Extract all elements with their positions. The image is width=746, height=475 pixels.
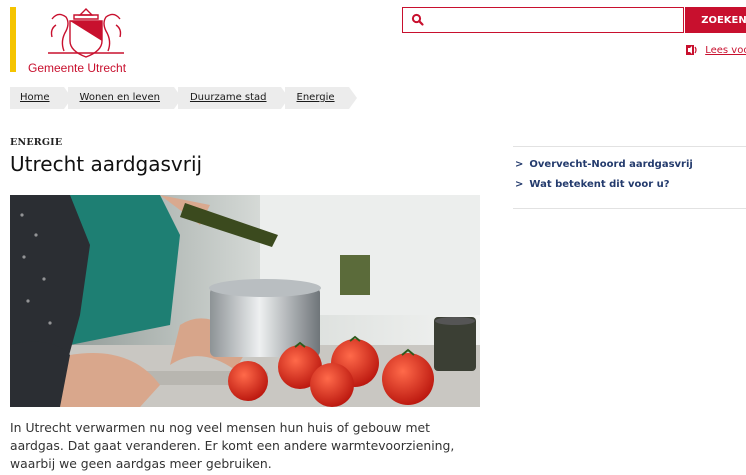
readspeaker: Lees voor [686,44,746,56]
search-bar: ZOEKEN [402,7,746,33]
search-icon [411,13,424,26]
read-aloud-link[interactable]: Lees voor [705,45,746,56]
accent-bar [10,7,16,72]
logo-text: Gemeente Utrecht [28,61,127,75]
breadcrumb-item-wonen: Wonen en leven [67,87,183,109]
speaker-icon [686,45,697,55]
breadcrumb-item-home: Home [10,87,71,109]
anchor-link-overvecht[interactable]: > Overvecht-Noord aardgasvrij [515,159,693,170]
search-box [402,7,684,33]
search-button[interactable]: ZOEKEN [685,7,746,33]
breadcrumb-item-duurzaam: Duurzame stad [177,87,289,109]
breadcrumb-link[interactable]: Wonen en leven [80,92,160,103]
anchor-navigation: > Overvecht-Noord aardgasvrij > Wat beteke… [513,146,746,209]
breadcrumb-link[interactable]: Duurzame stad [190,92,267,103]
logo[interactable]: Gemeente Utrecht [26,5,146,75]
anchor-link-label: Overvecht-Noord aardgasvrij [529,159,693,170]
breadcrumb-link[interactable]: Energie [297,92,335,103]
search-input[interactable] [431,10,681,32]
anchor-link-label: Wat betekent dit voor u? [529,179,670,190]
intro-text: In Utrecht verwarmen nu nog veel mensen … [10,420,455,471]
coat-of-arms-icon [48,8,124,58]
breadcrumb-link[interactable]: Home [20,92,50,103]
page-kicker: ENERGIE [10,137,63,148]
anchor-link-betekenis[interactable]: > Wat betekent dit voor u? [515,179,670,190]
hero-image [10,195,480,407]
chevron-right-icon: > [515,179,524,190]
breadcrumb: Home Wonen en leven Duurzame stad Energi… [10,87,357,109]
chevron-right-icon: > [515,159,524,170]
page-title: Utrecht aardgasvrij [10,152,203,176]
breadcrumb-item-energie: Energie [284,87,357,109]
